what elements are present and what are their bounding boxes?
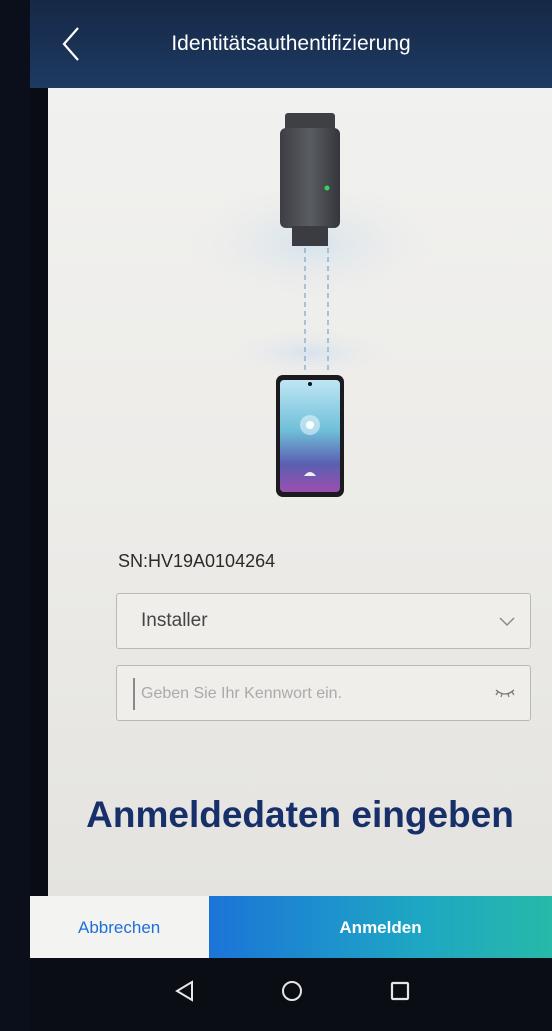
home-circle-icon[interactable] — [277, 976, 307, 1006]
password-input[interactable] — [133, 678, 473, 710]
serial-number: SN:HV19A0104264 — [118, 551, 276, 571]
phone-notch — [308, 382, 312, 386]
dongle-connector — [292, 226, 328, 246]
page-title: Identitätsauthentifizierung — [171, 32, 411, 55]
password-field — [116, 665, 531, 721]
login-button[interactable]: Anmelden — [209, 896, 552, 958]
nfc-dot-icon — [306, 421, 314, 429]
chevron-down-icon — [499, 617, 515, 627]
phone-screen: Identitätsauthentifizierung SN:HV19A0104… — [30, 0, 552, 1031]
user-role-value: Installer — [141, 610, 208, 631]
signal-glow-lower — [230, 328, 390, 378]
user-role-select[interactable]: Installer — [116, 593, 531, 649]
dongle-body — [280, 128, 340, 228]
system-navigation-bar — [30, 958, 552, 1031]
header-bar: Identitätsauthentifizierung — [30, 0, 552, 88]
recents-square-icon[interactable] — [385, 976, 415, 1006]
cancel-button[interactable]: Abbrechen — [30, 896, 209, 958]
action-bar: Abbrechen Anmelden — [30, 896, 552, 958]
dongle-led — [324, 185, 330, 191]
back-triangle-icon[interactable] — [170, 976, 200, 1006]
eye-closed-icon[interactable] — [494, 684, 516, 700]
dongle-connection-illustration — [185, 113, 435, 497]
instruction-caption: Anmeldedaten eingeben — [86, 794, 514, 835]
login-panel: SN:HV19A0104264 Installer Anmeldedaten e… — [48, 88, 552, 896]
